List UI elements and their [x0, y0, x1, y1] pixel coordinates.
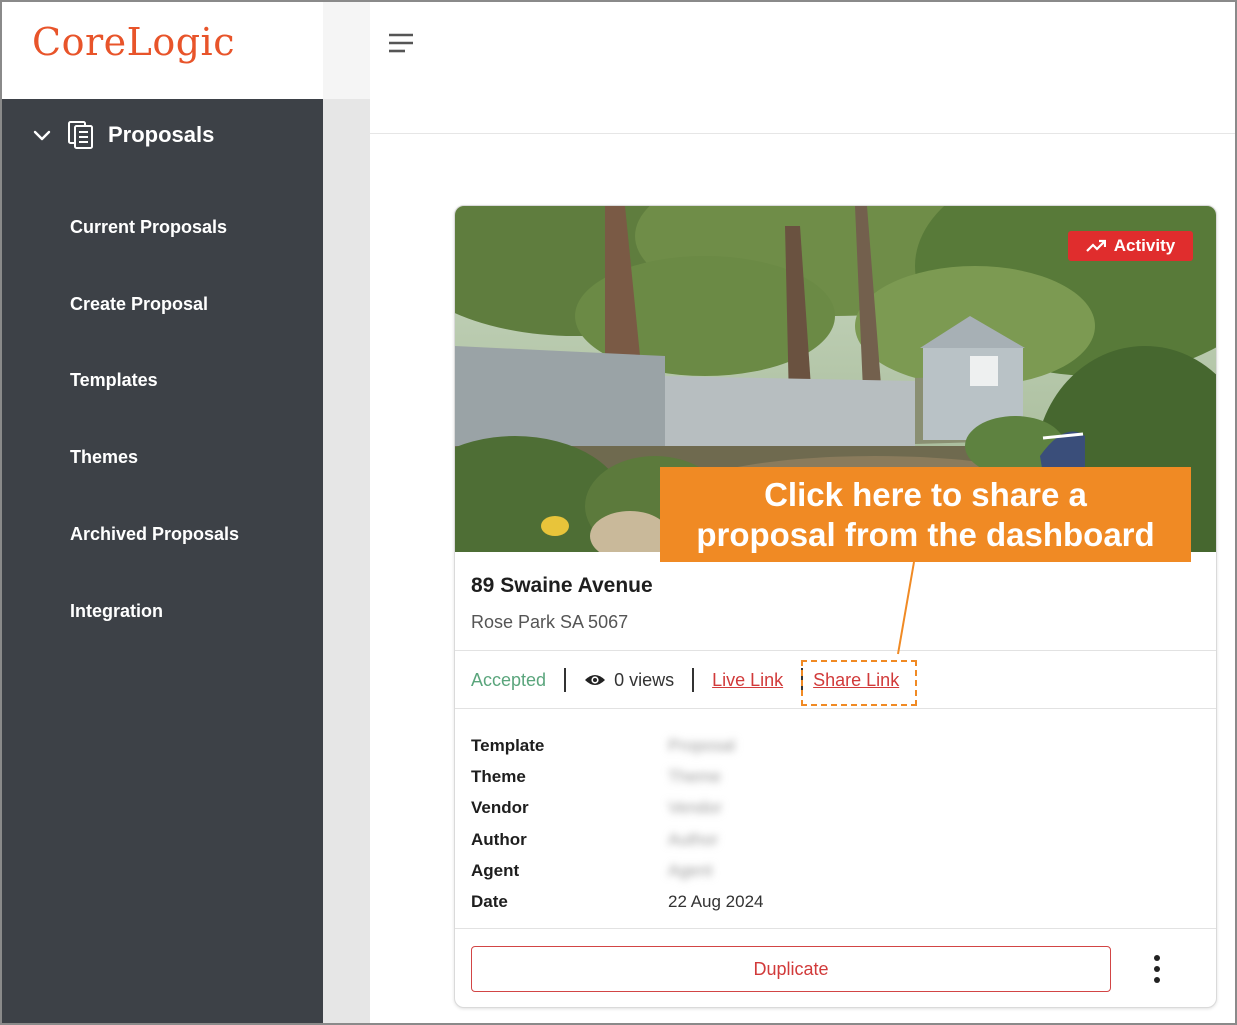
detail-row-vendor: Vendor Vendor — [471, 793, 763, 824]
trending-up-icon — [1086, 239, 1106, 252]
detail-value-redacted: Vendor — [668, 798, 722, 818]
detail-row-author: Author Author — [471, 824, 763, 855]
detail-value-redacted: Agent — [668, 860, 713, 880]
sidebar-item-templates[interactable]: Templates — [70, 370, 158, 391]
detail-label: Author — [471, 829, 527, 849]
detail-label: Agent — [471, 860, 520, 880]
activity-badge[interactable]: Activity — [1068, 231, 1193, 261]
more-options-icon[interactable] — [1145, 951, 1169, 987]
sidebar-item-current-proposals[interactable]: Current Proposals — [70, 217, 227, 238]
property-address: 89 Swaine Avenue — [471, 574, 653, 597]
divider — [455, 708, 1216, 709]
detail-row-theme: Theme Theme — [471, 761, 763, 792]
sidebar-item-archived-proposals[interactable]: Archived Proposals — [70, 524, 239, 545]
detail-label: Template — [471, 735, 545, 755]
detail-row-agent: Agent Agent — [471, 855, 763, 886]
proposal-details: Template Proposal Theme Theme Vendor Ven… — [471, 730, 763, 918]
documents-icon — [68, 121, 93, 149]
sidebar-gutter — [323, 99, 370, 1023]
top-bar — [370, 2, 1235, 134]
detail-label: Date — [471, 892, 508, 912]
detail-value-redacted: Theme — [668, 766, 721, 786]
sidebar-item-create-proposal[interactable]: Create Proposal — [70, 294, 208, 315]
callout-line-1: Click here to share a — [764, 476, 1087, 513]
eye-icon — [585, 675, 606, 685]
detail-value-redacted: Proposal — [668, 735, 736, 755]
proposals-section-toggle[interactable]: Proposals — [32, 117, 214, 153]
detail-value-redacted: Author — [668, 829, 719, 849]
detail-value-date: 22 Aug 2024 — [668, 892, 764, 912]
gutter-top — [323, 2, 370, 99]
activity-badge-label: Activity — [1113, 236, 1176, 255]
sidebar: Proposals Current Proposals Create Propo… — [2, 99, 323, 1023]
proposal-card: Activity 89 Swaine Avenue Rose Park SA 5… — [454, 205, 1217, 1008]
hamburger-menu-icon[interactable] — [388, 32, 414, 54]
divider — [455, 928, 1216, 929]
callout-tooltip: Click here to share a proposal from the … — [660, 467, 1191, 562]
chevron-down-icon — [33, 130, 51, 141]
property-suburb: Rose Park SA 5067 — [471, 612, 629, 632]
proposal-status-row: Accepted 0 views Live Link Share Link — [471, 659, 918, 706]
duplicate-button[interactable]: Duplicate — [471, 946, 1111, 992]
detail-label: Theme — [471, 766, 526, 786]
callout-line-2: proposal from the dashboard — [696, 516, 1155, 553]
detail-label: Vendor — [471, 798, 529, 818]
separator — [692, 668, 695, 692]
share-link-wrapper: Share Link — [801, 659, 918, 706]
view-count-label: 0 views — [614, 669, 675, 690]
sidebar-item-themes[interactable]: Themes — [70, 447, 138, 468]
separator — [564, 668, 567, 692]
share-link-highlight — [801, 659, 918, 706]
corelogic-logo[interactable]: CoreLogic — [32, 20, 235, 64]
app-window: CoreLogic Proposals Current Proposals Cr… — [0, 0, 1237, 1025]
detail-row-template: Template Proposal — [471, 730, 763, 761]
callout-pointer-line — [897, 562, 915, 655]
sidebar-item-integration[interactable]: Integration — [70, 601, 163, 622]
view-count: 0 views — [584, 670, 674, 691]
live-link[interactable]: Live Link — [712, 670, 783, 691]
logo-area: CoreLogic — [2, 2, 323, 99]
proposals-section-title: Proposals — [108, 122, 215, 147]
detail-row-date: Date 22 Aug 2024 — [471, 886, 763, 917]
divider — [455, 650, 1216, 651]
status-accepted: Accepted — [471, 669, 547, 690]
